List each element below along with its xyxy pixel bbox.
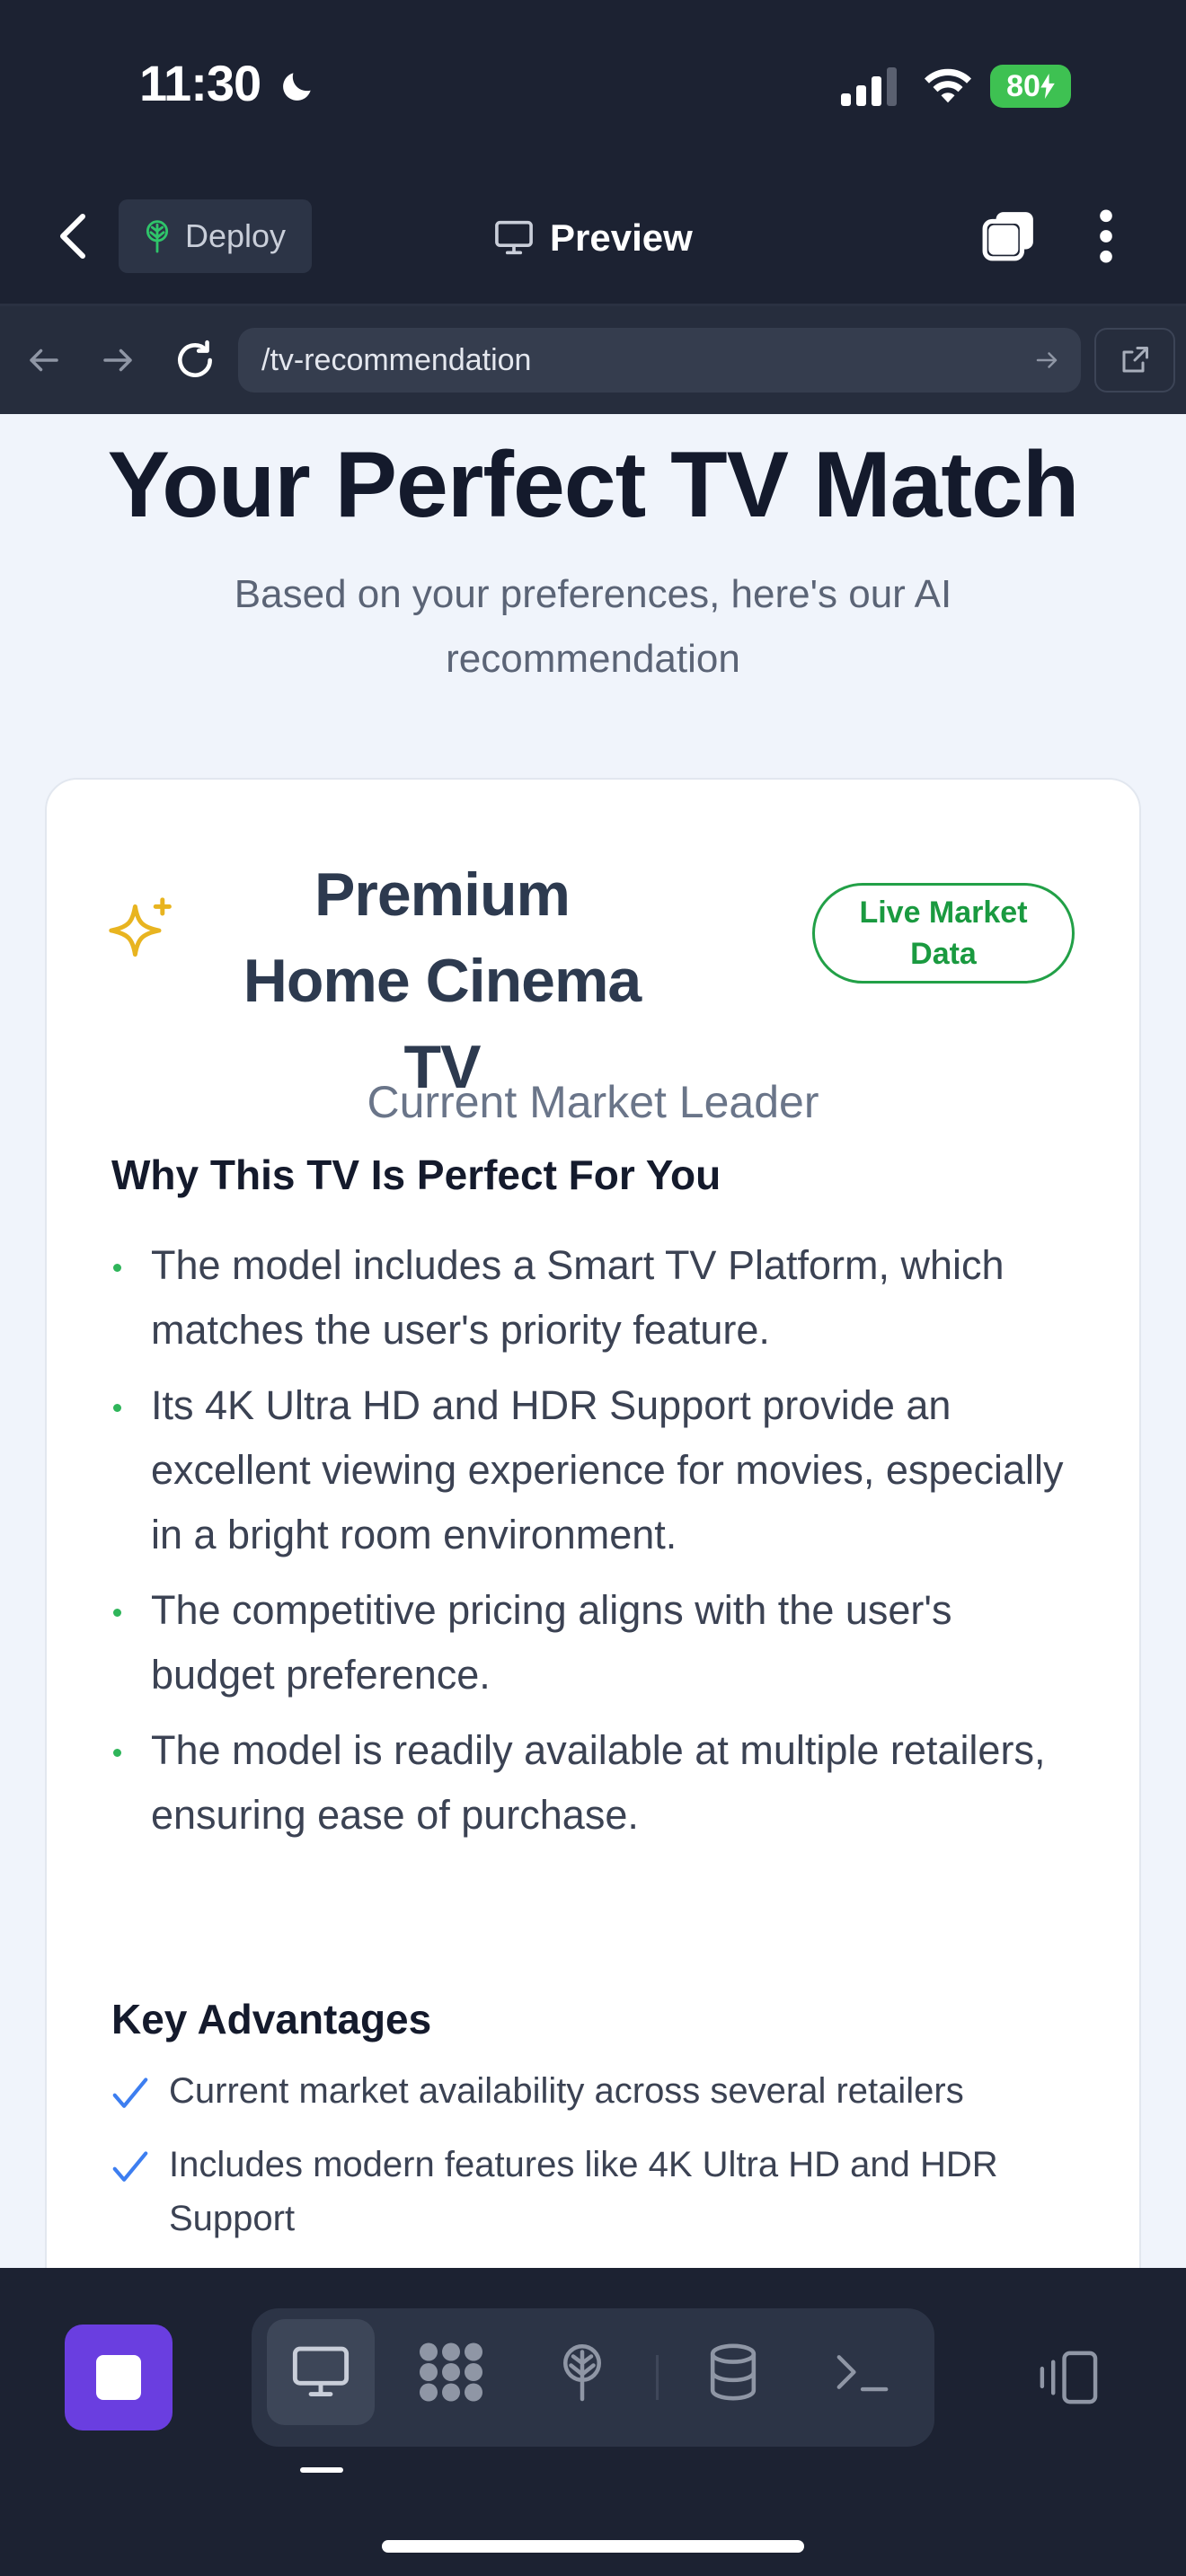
tool-group [252, 2308, 934, 2447]
more-vertical-icon[interactable] [1093, 208, 1120, 264]
advantages-list: Current market availability across sever… [111, 2064, 1100, 2265]
why-heading: Why This TV Is Perfect For You [111, 1151, 721, 1198]
terminal-icon [836, 2355, 889, 2392]
home-indicator[interactable] [382, 2540, 804, 2553]
stop-square-icon [96, 2355, 141, 2400]
bullet-dot [113, 1749, 121, 1757]
bullet-dot [113, 1609, 121, 1617]
sparkle-icon [109, 897, 172, 957]
live-market-badge: Live Market Data [812, 883, 1075, 984]
external-link-icon [1122, 347, 1148, 373]
workflows-tool-button[interactable] [397, 2319, 505, 2425]
active-tab-indicator [300, 2467, 343, 2473]
go-arrow-icon[interactable] [1033, 347, 1060, 374]
url-text: /tv-recommendation [261, 342, 532, 377]
page-subtitle: Based on your preferences, here's our AI… [234, 572, 952, 681]
battery-indicator: 80 [990, 65, 1071, 108]
moon-icon [282, 73, 311, 101]
signal-icon [841, 67, 897, 106]
check-icon [112, 2078, 148, 2108]
terminal-tool-button[interactable] [809, 2319, 916, 2425]
stop-button[interactable] [65, 2325, 173, 2430]
monitor-icon [292, 2346, 350, 2396]
status-time: 11:30 [139, 54, 317, 112]
wifi-icon [925, 68, 971, 103]
deploy-button[interactable]: Deploy [119, 199, 312, 273]
device-toggle-icon[interactable] [1033, 2348, 1100, 2407]
arrow-right-icon[interactable] [99, 341, 137, 379]
tool-separator [656, 2355, 659, 2400]
deploy-label: Deploy [185, 217, 287, 254]
globe-tree-icon [146, 220, 169, 253]
tabs-icon[interactable] [981, 208, 1037, 264]
chevron-left-icon[interactable] [56, 211, 92, 261]
advantages-heading: Key Advantages [111, 1996, 432, 2042]
preview-content: Your Perfect TV Match Based on your pref… [0, 414, 1186, 2268]
list-item: The model includes a Smart TV Platform, … [111, 1233, 1082, 1363]
monitor-icon [495, 220, 533, 255]
arrow-left-icon[interactable] [25, 341, 63, 379]
deploy-tool-button[interactable] [528, 2319, 636, 2425]
database-icon [710, 2343, 757, 2401]
check-icon [112, 2151, 148, 2182]
bullet-dot [113, 1264, 121, 1272]
reload-icon[interactable] [173, 338, 217, 383]
card-subtitle: Current Market Leader [367, 1077, 819, 1127]
list-item: Its 4K Ultra HD and HDR Support provide … [111, 1373, 1082, 1567]
database-tool-button[interactable] [679, 2319, 787, 2425]
preview-label: Preview [550, 216, 693, 259]
recommendation-card: Premium Home Cinema TV Live Market Data … [45, 778, 1141, 2268]
url-input[interactable]: /tv-recommendation [238, 328, 1081, 393]
charging-icon [1040, 74, 1055, 99]
list-item: Includes modern features like 4K Ultra H… [111, 2138, 1100, 2245]
card-title: Premium Home Cinema TV [243, 860, 642, 1101]
list-item: Current market availability across sever… [111, 2064, 1100, 2118]
nodes-icon [420, 2342, 482, 2402]
list-item: The model is readily available at multip… [111, 1718, 1082, 1848]
preview-tool-button[interactable] [267, 2319, 375, 2425]
bullet-dot [113, 1404, 121, 1412]
open-external-button[interactable] [1094, 328, 1175, 393]
list-item: The competitive pricing aligns with the … [111, 1578, 1082, 1707]
page-title: Your Perfect TV Match [107, 433, 1080, 537]
why-list: The model includes a Smart TV Platform, … [111, 1233, 1082, 1858]
globe-tree-icon [563, 2344, 601, 2402]
preview-tab[interactable]: Preview [494, 207, 693, 269]
